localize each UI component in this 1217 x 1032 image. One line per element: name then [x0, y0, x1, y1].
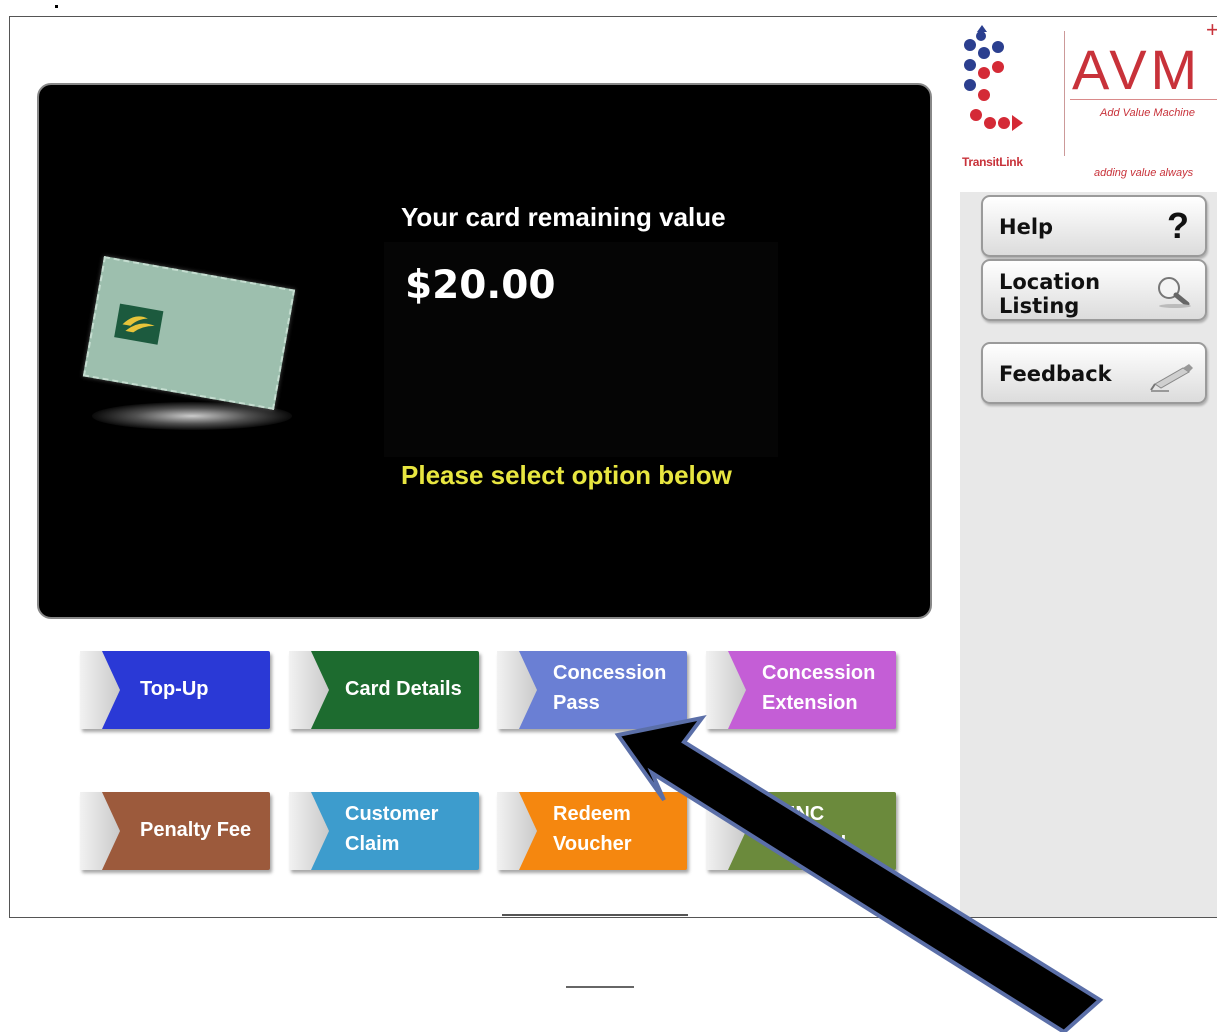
annotation-arrow-icon: [614, 714, 1104, 1032]
